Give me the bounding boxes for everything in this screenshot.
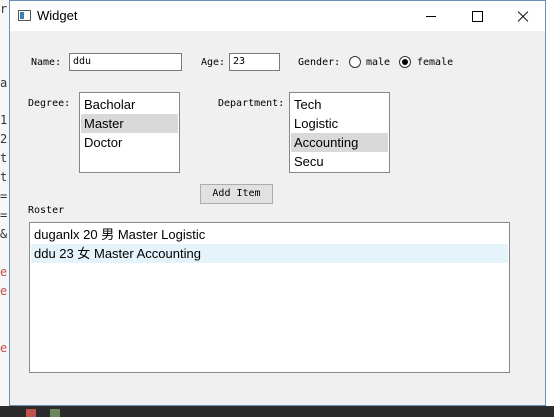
list-item-selected[interactable]: Master xyxy=(81,114,178,133)
background-taskbar xyxy=(0,406,554,417)
editor-glyph: = xyxy=(0,189,8,203)
gender-female-label[interactable]: female xyxy=(417,57,453,68)
title-bar[interactable]: Widget xyxy=(10,1,545,31)
widget-window: Widget Name: ddu Age: 23 Gender: male fe… xyxy=(9,0,546,406)
table-row[interactable]: duganlx 20 男 Master Logistic xyxy=(31,225,508,244)
department-label: Department: xyxy=(218,98,285,109)
editor-glyph: r xyxy=(0,2,8,16)
list-item[interactable]: Doctor xyxy=(81,133,178,152)
list-item-selected[interactable]: Accounting xyxy=(291,133,388,152)
roster-list[interactable]: duganlx 20 男 Master Logistic ddu 23 女 Ma… xyxy=(29,222,510,373)
degree-label: Degree: xyxy=(28,98,71,109)
editor-glyph: t xyxy=(0,151,8,165)
taskbar-icon[interactable] xyxy=(50,409,60,417)
editor-glyph: 2 xyxy=(0,132,8,146)
editor-glyph: & xyxy=(0,227,8,241)
degree-list[interactable]: Bacholar Master Doctor xyxy=(79,92,180,173)
department-list[interactable]: Tech Logistic Accounting Secu xyxy=(289,92,390,173)
gender-male-radio[interactable] xyxy=(349,56,361,68)
age-input[interactable]: 23 xyxy=(229,53,280,71)
list-item[interactable]: Tech xyxy=(291,95,388,114)
add-item-button[interactable]: Add Item xyxy=(200,184,273,204)
editor-glyph: 1 xyxy=(0,113,8,127)
editor-glyph: a xyxy=(0,76,8,90)
list-item[interactable]: Secu xyxy=(291,152,388,171)
editor-glyph: e xyxy=(0,265,8,279)
close-icon[interactable] xyxy=(500,1,546,31)
roster-label: Roster xyxy=(28,205,65,216)
gender-female-radio[interactable] xyxy=(399,56,411,68)
name-label: Name: xyxy=(31,57,62,68)
name-input[interactable]: ddu xyxy=(69,53,182,71)
taskbar-icon[interactable] xyxy=(26,409,36,417)
gender-male-label[interactable]: male xyxy=(366,57,390,68)
gender-label: Gender: xyxy=(298,57,341,68)
age-label: Age: xyxy=(201,57,226,68)
editor-glyph: e xyxy=(0,341,8,355)
editor-glyph: e xyxy=(0,284,8,298)
table-row-selected[interactable]: ddu 23 女 Master Accounting xyxy=(31,244,508,263)
editor-glyph: = xyxy=(0,208,8,222)
minimize-icon[interactable] xyxy=(408,1,454,31)
maximize-icon[interactable] xyxy=(454,1,500,31)
list-item[interactable]: Logistic xyxy=(291,114,388,133)
editor-glyph: t xyxy=(0,170,8,184)
app-window-icon xyxy=(18,10,31,21)
list-item[interactable]: Bacholar xyxy=(81,95,178,114)
window-title: Widget xyxy=(37,8,78,23)
